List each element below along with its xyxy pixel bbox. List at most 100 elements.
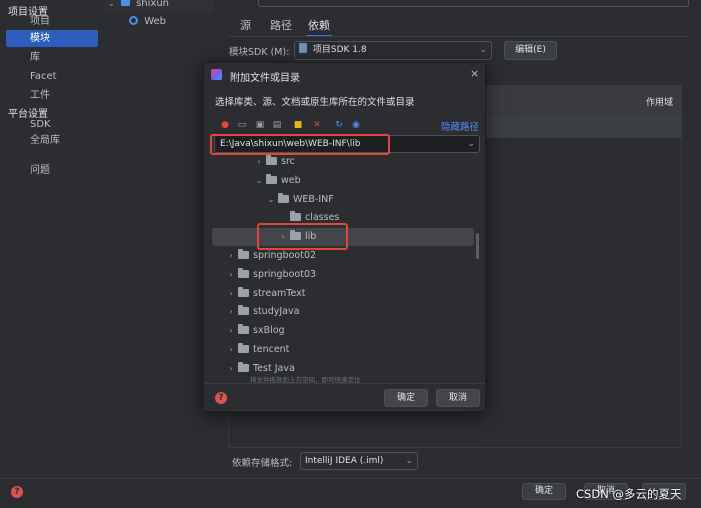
chevron-right-icon[interactable]: › (226, 360, 236, 373)
folder-icon (238, 267, 249, 278)
chevron-down-icon: ⌄ (405, 456, 413, 466)
file-tree-label: springboot03 (253, 268, 317, 280)
folder-icon (238, 343, 249, 353)
edit-sdk-button[interactable]: 编辑(E) (504, 41, 557, 60)
tab-dependencies[interactable]: 依赖 (306, 17, 332, 37)
web-icon (129, 16, 138, 25)
dialog-title: 附加文件或目录 (230, 73, 300, 84)
storage-format-label: 依赖存储格式: (232, 458, 293, 469)
project-icon[interactable]: ▤ (271, 119, 283, 131)
folder-icon (238, 324, 249, 335)
sdk-folder-icon (299, 43, 307, 53)
tabs-divider (228, 36, 690, 37)
chevron-right-icon[interactable]: › (226, 322, 236, 340)
file-tree-label: streamText (253, 287, 306, 299)
nav-item-facet[interactable]: Facet (6, 68, 98, 85)
chevron-right-icon[interactable]: › (226, 247, 236, 265)
file-tree-label: WEB-INF (293, 193, 334, 205)
show-hidden-icon[interactable]: ◉ (350, 119, 362, 131)
nav-item-project[interactable]: 项目 (6, 13, 98, 30)
ok-button[interactable]: 确定 (522, 483, 566, 500)
file-tree-label: web (281, 174, 301, 186)
folder-icon (290, 211, 301, 222)
nav-item-sdk[interactable]: SDK (6, 116, 98, 133)
file-tree-label: sxBlog (253, 325, 285, 337)
folder-icon (238, 305, 249, 316)
close-icon[interactable]: × (470, 67, 479, 80)
home-icon[interactable]: ● (219, 119, 231, 131)
module-web-label: Web (144, 16, 166, 27)
dialog-cancel-button[interactable]: 取消 (436, 389, 480, 407)
chevron-down-icon[interactable]: ⌄ (254, 172, 264, 190)
file-tree-row[interactable]: › tencent (212, 341, 474, 359)
chevron-down-icon[interactable]: ⌄ (266, 191, 276, 209)
module-sdk-label: 模块SDK (M): (229, 47, 290, 58)
chevron-right-icon[interactable]: › (226, 285, 236, 303)
file-tree-row[interactable]: › springboot03 (212, 266, 474, 284)
file-tree-row[interactable]: ⌄ WEB-INF (212, 191, 474, 209)
chevron-right-icon[interactable]: › (226, 266, 236, 284)
module-sdk-select[interactable]: 项目SDK 1.8 ⌄ (294, 41, 492, 60)
file-tree-scrollbar[interactable] (476, 233, 479, 259)
folder-icon (266, 155, 277, 165)
file-tree-label: Test Java (253, 362, 295, 373)
chevron-down-icon: ⌄ (108, 0, 115, 8)
module-sdk-value: 项目SDK 1.8 (312, 45, 367, 55)
file-tree-row[interactable]: › Test Java (212, 360, 474, 373)
file-tree-row[interactable]: › src (212, 155, 474, 171)
file-tree-label: studyJava (253, 306, 300, 318)
folder-icon (238, 286, 249, 297)
module-tree-web[interactable]: Web (129, 15, 166, 29)
nav-item-modules[interactable]: 模块 (6, 30, 98, 47)
storage-format-select[interactable]: IntelliJ IDEA (.iml) ⌄ (300, 452, 418, 470)
new-folder-icon[interactable]: ■ (292, 119, 304, 131)
dialog-titlebar: 附加文件或目录 × (204, 63, 485, 87)
chevron-down-icon: ⌄ (479, 45, 487, 55)
file-tree-label: classes (305, 212, 340, 224)
nav-item-problems[interactable]: 问题 (6, 162, 98, 179)
hide-path-link[interactable]: 隐藏路径 (441, 119, 479, 133)
chevron-down-icon[interactable]: ⌄ (467, 136, 475, 152)
dialog-ok-button[interactable]: 确定 (384, 389, 428, 407)
nav-item-artifacts[interactable]: 工件 (6, 87, 98, 104)
file-tree-label: tencent (253, 344, 290, 355)
file-tree-label: src (281, 156, 295, 167)
highlight-path-box (210, 134, 390, 155)
nav-item-libraries[interactable]: 库 (6, 49, 98, 66)
folder-icon (278, 192, 289, 203)
dialog-description: 选择库类、源、文档或原生库所在的文件或目录 (215, 97, 415, 108)
desktop-icon[interactable]: ▭ (236, 119, 248, 131)
help-icon[interactable]: ? (11, 486, 23, 498)
refresh-icon[interactable]: ↻ (333, 119, 345, 131)
file-tree: › src ⌄ web ⌄ WEB-INF classes › lib › springboot02… (212, 155, 480, 373)
folder-icon (238, 249, 249, 259)
settings-nav-panel: 项目设置 项目 模块 库 Facet 工件 平台设置 SDK 全局库 问题 (0, 0, 103, 478)
help-icon[interactable]: ? (215, 392, 227, 404)
file-tree-row[interactable]: › studyJava (212, 303, 474, 321)
module-tree: ⌄ shixun (104, 0, 214, 14)
watermark-text: CSDN @多云的夏天 (576, 487, 682, 501)
tab-paths[interactable]: 路径 (270, 17, 292, 37)
highlight-lib-box (257, 223, 348, 250)
storage-format-value: IntelliJ IDEA (.iml) (305, 456, 384, 466)
chevron-right-icon[interactable]: › (254, 155, 264, 171)
module-root-label: shixun (136, 0, 169, 9)
module-folder-icon (120, 0, 130, 6)
folder-icon (266, 173, 277, 184)
chevron-right-icon[interactable]: › (226, 341, 236, 359)
file-tree-row[interactable]: › streamText (212, 285, 474, 303)
folder-icon (238, 361, 249, 372)
file-tree-label: springboot02 (253, 250, 317, 261)
dialog-divider (204, 383, 485, 384)
nav-item-global-libraries[interactable]: 全局库 (6, 132, 98, 149)
intellij-logo-icon (211, 69, 222, 80)
monitor-icon[interactable]: ▣ (254, 119, 266, 131)
module-name-field[interactable] (258, 0, 689, 7)
delete-icon[interactable]: ✕ (311, 119, 323, 131)
file-tree-row[interactable]: ⌄ web (212, 172, 474, 190)
tab-sources[interactable]: 源 (240, 17, 251, 37)
file-tree-row[interactable]: › sxBlog (212, 322, 474, 340)
chevron-right-icon[interactable]: › (226, 303, 236, 321)
module-tree-root[interactable]: ⌄ shixun (108, 0, 169, 11)
scope-column-header: 作用域 (645, 98, 673, 108)
